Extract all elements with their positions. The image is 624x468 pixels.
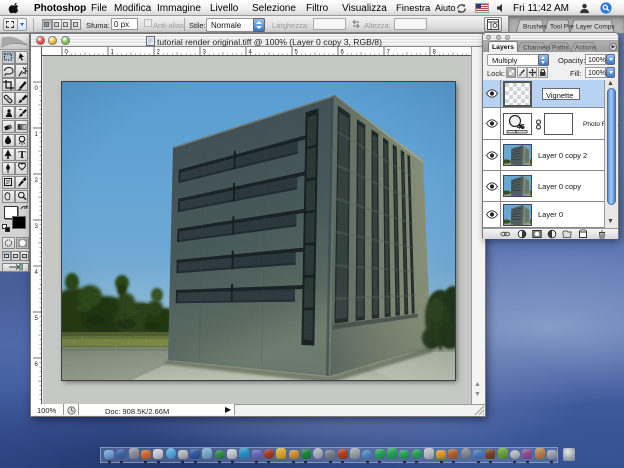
svg-text:Actions: Actions xyxy=(575,45,597,52)
svg-text:Paths: Paths xyxy=(552,45,569,52)
svg-text:0: 0 xyxy=(35,86,39,92)
svg-text:4: 4 xyxy=(35,270,39,276)
svg-text:3: 3 xyxy=(35,224,39,230)
svg-text:Channels: Channels xyxy=(523,45,551,52)
svg-text:2: 2 xyxy=(157,50,161,56)
svg-text:0: 0 xyxy=(65,50,69,56)
svg-text:4: 4 xyxy=(249,50,253,56)
svg-text:5: 5 xyxy=(295,50,299,56)
svg-text:5: 5 xyxy=(35,316,39,322)
svg-text:2: 2 xyxy=(35,178,39,184)
svg-text:6: 6 xyxy=(35,362,39,368)
svg-text:7: 7 xyxy=(387,50,391,56)
svg-text:8: 8 xyxy=(433,50,437,56)
svg-text:1: 1 xyxy=(35,132,39,138)
svg-text:3: 3 xyxy=(203,50,207,56)
svg-text:1: 1 xyxy=(111,50,115,56)
svg-text:45: 45 xyxy=(517,124,525,131)
svg-text:6: 6 xyxy=(341,50,345,56)
